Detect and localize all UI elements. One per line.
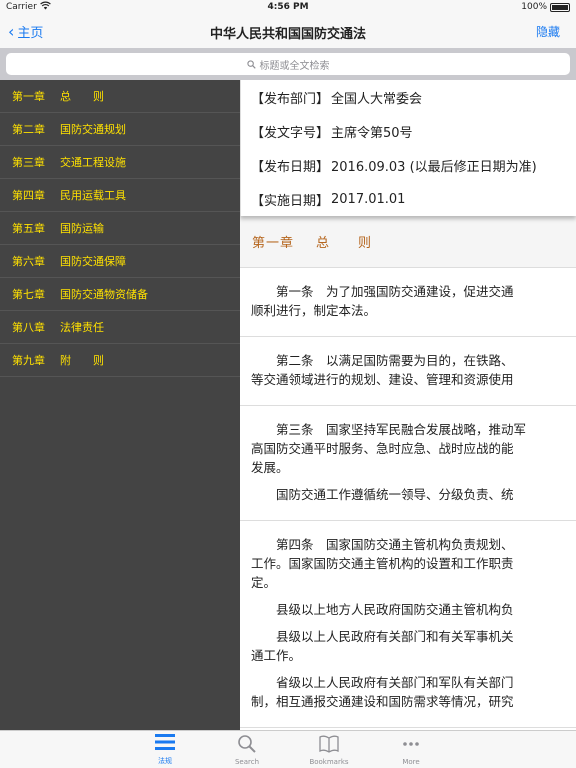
chapter-number: 第四章 [12, 189, 45, 202]
chapter-sidebar: 第一章 总 则第二章 国防交通规划第三章 交通工程设施第四章 民用运载工具第五章 国防运输… [0, 80, 240, 730]
chapter-number: 第一章 [12, 90, 45, 103]
battery-indicator: 100% [521, 2, 570, 12]
article-paragraph: 县级以上地方人民政府国防交通主管机构负 [251, 602, 514, 617]
article-item: 第四条 国家国防交通主管机构负责规划、 工作。国家国防交通主管机构的设置和工作职… [240, 521, 576, 728]
chapter-number: 第一章 [252, 236, 295, 251]
sidebar-chapter-item[interactable]: 第一章 总 则 [0, 80, 240, 113]
battery-icon [550, 2, 570, 12]
tab-bookmarks[interactable]: Bookmarks [288, 731, 370, 768]
search-bar: 标题或全文检索 [0, 48, 576, 80]
metadata-value: 全国人大常委会 [331, 91, 423, 107]
battery-percent: 100% [521, 2, 547, 12]
article-paragraph: 国防交通工作遵循统一领导、分级负责、统 [251, 487, 514, 502]
metadata-row: 【发布日期】 2016.09.03 (以最后修正日期为准) [241, 148, 576, 182]
chapter-label: 总 则 [60, 90, 104, 103]
law-metadata: 【发布部门】 全国人大常委会 【发文字号】 主席令第50号 【发布日期】 2016.09.… [240, 80, 576, 216]
sidebar-chapter-item[interactable]: 第八章 法律责任 [0, 311, 240, 344]
search-input[interactable]: 标题或全文检索 [6, 53, 570, 75]
article-list: 第一条 为了加强国防交通建设，促进交通 顺利进行，制定本法。 第二条 以满足国防… [240, 268, 576, 728]
status-bar: Carrier 4:56 PM 100% [0, 0, 576, 16]
chapter-number: 第七章 [12, 288, 45, 301]
chapter-label: 国防交通保障 [60, 255, 126, 268]
chapter-number: 第九章 [12, 354, 45, 367]
sidebar-chapter-item[interactable]: 第五章 国防运输 [0, 212, 240, 245]
metadata-key: 【发文字号】 [251, 125, 330, 141]
chapter-label: 国防运输 [60, 222, 104, 235]
tab-search[interactable]: Search [206, 731, 288, 768]
article-paragraph: 省级以上人民政府有关部门和军队有关部门 制，相互通报交通建设和国防需求等情况，研… [251, 675, 514, 709]
chapter-number: 第二章 [12, 123, 45, 136]
clock: 4:56 PM [267, 2, 309, 12]
chapter-number: 第三章 [12, 156, 45, 169]
chapter-label: 附 则 [60, 354, 104, 367]
search-icon [236, 734, 258, 758]
article-paragraph: 第三条 国家坚持军民融合发展战略，推动军 高国防交通平时服务、急时应急、战时应战… [251, 422, 527, 475]
metadata-row: 【发文字号】 主席令第50号 [241, 114, 576, 148]
chapter-number: 第八章 [12, 321, 45, 334]
tab-法规[interactable]: 法规 [124, 731, 206, 768]
chapter-label: 交通工程设施 [60, 156, 126, 169]
metadata-value: 2016.09.03 (以最后修正日期为准) [331, 159, 537, 175]
metadata-key: 【发布日期】 [251, 159, 330, 175]
navigation-bar: ‹ 主页 中华人民共和国国防交通法 隐藏 [0, 16, 576, 48]
metadata-row: 【实施日期】 2017.01.01 [241, 182, 576, 216]
more-icon [400, 734, 422, 758]
tab-bar: 法规 Search Bookmarks More [0, 730, 576, 768]
article-paragraph: 县级以上人民政府有关部门和有关军事机关 通工作。 [251, 629, 514, 663]
sidebar-chapter-item[interactable]: 第四章 民用运载工具 [0, 179, 240, 212]
tab-label: More [402, 758, 420, 766]
chapter-label: 国防交通物资储备 [60, 288, 148, 301]
article-item: 第一条 为了加强国防交通建设，促进交通 顺利进行，制定本法。 [240, 268, 576, 337]
metadata-key: 【发布部门】 [251, 91, 330, 107]
chapter-heading: 第一章 总 则 [240, 216, 576, 268]
metadata-value: 主席令第50号 [331, 125, 413, 141]
tab-more[interactable]: More [370, 731, 452, 768]
chapter-label: 国防交通规划 [60, 123, 126, 136]
sidebar-chapter-item[interactable]: 第二章 国防交通规划 [0, 113, 240, 146]
search-icon [246, 59, 256, 69]
article-paragraph: 第一条 为了加强国防交通建设，促进交通 顺利进行，制定本法。 [251, 284, 514, 318]
book-icon [318, 734, 340, 758]
chapter-label: 民用运载工具 [60, 189, 126, 202]
sidebar-chapter-item[interactable]: 第七章 国防交通物资储备 [0, 278, 240, 311]
metadata-key: 【实施日期】 [251, 193, 330, 209]
article-paragraph: 第四条 国家国防交通主管机构负责规划、 工作。国家国防交通主管机构的设置和工作职… [251, 537, 514, 590]
chapter-number: 第五章 [12, 222, 45, 235]
chapter-number: 第六章 [12, 255, 45, 268]
metadata-value: 2017.01.01 [331, 191, 406, 207]
metadata-row: 【发布部门】 全国人大常委会 [241, 80, 576, 114]
tab-label: Search [234, 758, 260, 766]
article-item: 第三条 国家坚持军民融合发展战略，推动军 高国防交通平时服务、急时应急、战时应战… [240, 406, 576, 521]
page-title: 中华人民共和国国防交通法 [209, 27, 366, 42]
article-item: 第二条 以满足国防需要为目的，在铁路、 等交通领域进行的规划、建设、管理和资源使… [240, 337, 576, 406]
search-placeholder: 标题或全文检索 [259, 60, 330, 72]
sidebar-chapter-item[interactable]: 第三章 交通工程设施 [0, 146, 240, 179]
sidebar-chapter-item[interactable]: 第六章 国防交通保障 [0, 245, 240, 278]
list-icon [154, 732, 176, 756]
article-paragraph: 第二条 以满足国防需要为目的，在铁路、 等交通领域进行的规划、建设、管理和资源使… [251, 353, 514, 387]
chapter-label: 法律责任 [60, 321, 104, 334]
tab-label: Bookmarks [309, 758, 349, 766]
law-content: 【发布部门】 全国人大常委会 【发文字号】 主席令第50号 【发布日期】 2016.09.… [240, 80, 576, 730]
chapter-title: 总 则 [316, 236, 373, 251]
hide-button[interactable]: 隐藏 [536, 23, 560, 40]
sidebar-chapter-item[interactable]: 第九章 附 则 [0, 344, 240, 377]
tab-label: 法规 [158, 757, 172, 765]
